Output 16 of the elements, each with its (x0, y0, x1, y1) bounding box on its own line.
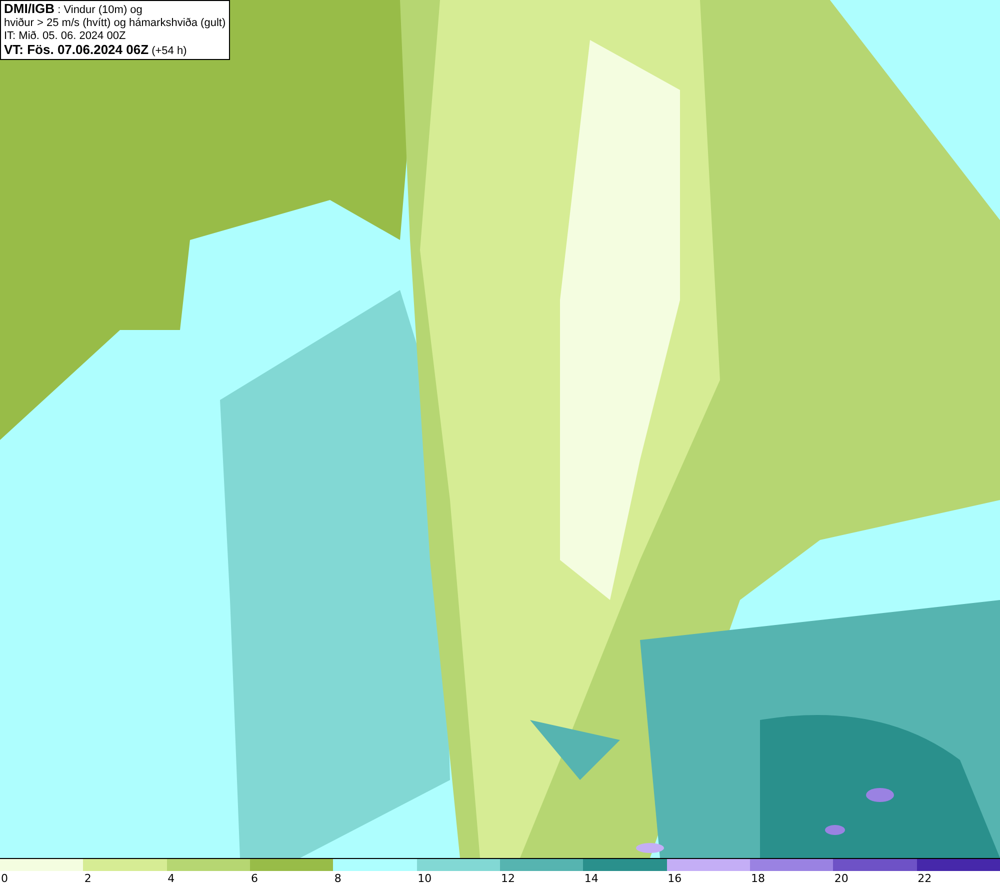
legend-label: 8 (333, 871, 342, 886)
caption-line: hviður > 25 m/s (hvítt) og hámarkshviða (gult) (4, 17, 226, 30)
caption-line: VT: Fös. 07.06.2024 06Z (+54 h) (4, 43, 188, 58)
legend-label: 16 (666, 871, 682, 886)
legend-label: 12 (500, 871, 515, 886)
legend-label: 4 (166, 871, 175, 886)
caption-line: DMI/IGB : Vindur (10m) og (4, 2, 144, 17)
legend-label: 22 (916, 871, 932, 886)
legend-label: 6 (250, 871, 258, 886)
legend-label: 14 (583, 871, 598, 886)
caption-line: IT: Mið. 05. 06. 2024 00Z (4, 30, 127, 43)
legend-label: 2 (83, 871, 92, 886)
legend-label: 20 (833, 871, 848, 886)
legend-label: 0 (0, 871, 8, 886)
legend-label: 18 (750, 871, 765, 886)
legend-label: 10 (416, 871, 432, 886)
